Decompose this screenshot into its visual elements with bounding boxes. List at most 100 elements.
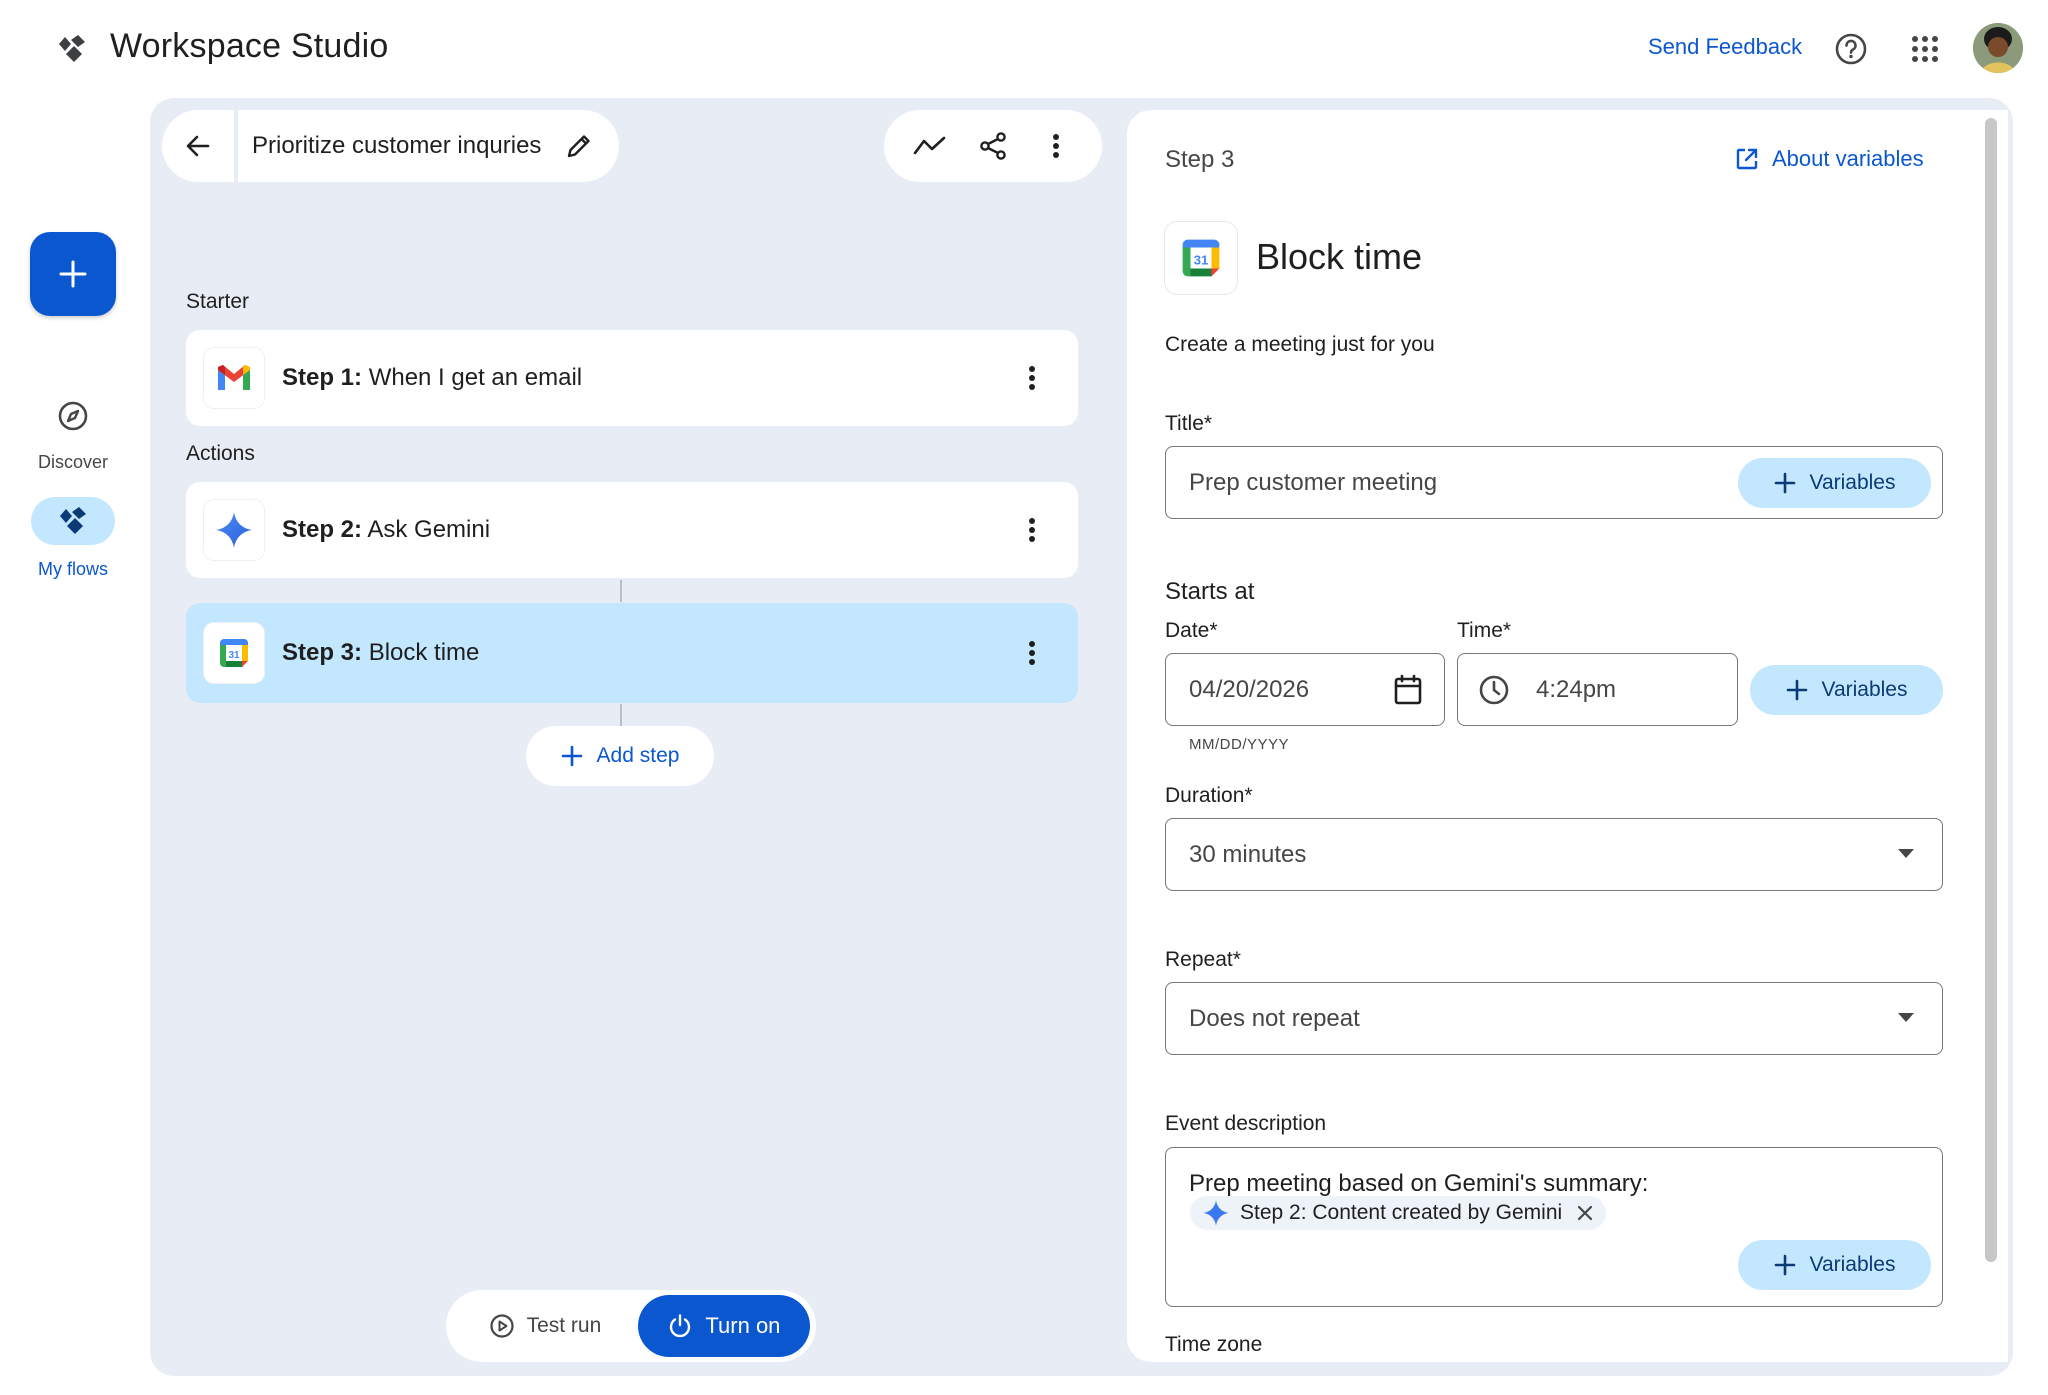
plus-icon (1786, 679, 1807, 701)
step-connector (620, 704, 622, 726)
more-vert-icon (1029, 641, 1035, 665)
step-card-2[interactable]: Step 2: Ask Gemini (186, 482, 1078, 578)
time-zone-label: Time zone (1165, 1333, 1263, 1356)
step-connector (620, 580, 622, 602)
plus-icon (1774, 472, 1795, 494)
arrow-back-icon (186, 135, 210, 157)
avatar[interactable] (1973, 23, 2023, 73)
compass-icon (58, 401, 88, 431)
svg-text:31: 31 (1194, 253, 1209, 268)
title-input-value: Prep customer meeting (1189, 469, 1438, 496)
help-icon[interactable] (1834, 32, 1868, 66)
remove-chip-button[interactable] (1576, 1204, 1594, 1222)
edit-pencil-icon[interactable] (565, 132, 593, 160)
test-run-label: Test run (526, 1314, 602, 1337)
variables-label: Variables (1809, 1253, 1896, 1276)
description-variables-button[interactable]: Variables (1738, 1240, 1931, 1290)
step-1-menu-button[interactable] (1010, 356, 1054, 400)
plus-icon (1774, 1254, 1795, 1276)
rail-item-my-flows[interactable]: My flows (20, 497, 126, 580)
panel-title: Block time (1256, 236, 1423, 277)
gmail-icon (204, 348, 264, 408)
about-variables-link[interactable]: About variables (1734, 146, 1924, 172)
variable-chip: Step 2: Content created by Gemini (1190, 1196, 1607, 1230)
activity-chart-icon (913, 136, 945, 155)
activity-button[interactable] (908, 124, 952, 168)
rail-item-discover[interactable]: Discover (20, 392, 126, 473)
workspace-studio-logo-icon (56, 34, 88, 64)
step-2-prefix: Step 2: (282, 516, 363, 543)
dropdown-arrow-icon (1898, 849, 1914, 858)
share-button[interactable] (971, 124, 1015, 168)
flows-icon (60, 507, 86, 534)
gemini-icon (204, 500, 264, 560)
more-vert-icon (1029, 366, 1035, 390)
step-3-label: Block time (368, 639, 480, 666)
play-circle-icon (489, 1314, 514, 1338)
variables-label: Variables (1821, 678, 1908, 701)
more-vert-icon (1029, 518, 1035, 542)
turn-on-label: Turn on (705, 1313, 781, 1338)
flow-title-pill: Prioritize customer inquries (238, 110, 620, 182)
step-1-label: When I get an email (368, 364, 583, 391)
actions-section-label: Actions (186, 442, 255, 465)
start-variables-button[interactable]: Variables (1750, 665, 1943, 715)
step-2-menu-button[interactable] (1010, 508, 1054, 552)
test-run-button[interactable]: Test run (452, 1313, 638, 1339)
calendar-picker-icon[interactable] (1393, 674, 1423, 706)
run-bar: Test run Turn on (446, 1290, 816, 1362)
starter-section-label: Starter (186, 290, 250, 313)
about-variables-label: About variables (1772, 146, 1924, 171)
close-icon (1578, 1205, 1593, 1221)
panel-step-label: Step 3 (1165, 146, 1235, 173)
create-flow-button[interactable] (30, 232, 116, 316)
top-bar: Workspace Studio Send Feedback (0, 0, 2048, 98)
open-in-new-icon (1736, 148, 1758, 170)
back-button[interactable] (162, 110, 234, 182)
share-icon (980, 132, 1006, 160)
date-field-label: Date* (1165, 619, 1218, 642)
title-variables-button[interactable]: Variables (1738, 458, 1931, 508)
starts-at-heading: Starts at (1165, 578, 1255, 605)
panel-scrollbar[interactable] (1985, 118, 1997, 1262)
add-step-label: Add step (596, 744, 680, 767)
app-title: Workspace Studio (110, 27, 389, 65)
turn-on-button[interactable]: Turn on (637, 1295, 810, 1357)
plus-icon (561, 745, 582, 767)
date-format-hint: MM/DD/YYYY (1189, 736, 1290, 753)
more-options-button[interactable] (1034, 124, 1078, 168)
rail-label-discover: Discover (37, 452, 108, 472)
step-3-prefix: Step 3: (282, 639, 363, 666)
repeat-field-label: Repeat* (1165, 948, 1241, 971)
calendar-icon: 31 (204, 623, 264, 683)
time-input-value: 4:24pm (1536, 676, 1617, 703)
send-feedback-link[interactable]: Send Feedback (1648, 34, 1802, 60)
add-step-button[interactable]: Add step (526, 726, 714, 786)
variables-label: Variables (1809, 471, 1896, 494)
title-field-label: Title* (1165, 412, 1213, 435)
duration-field-label: Duration* (1165, 784, 1253, 807)
step-3-menu-button[interactable] (1010, 631, 1054, 675)
flow-tools (884, 110, 1102, 182)
step-card-3[interactable]: 31 Step 3: Block time (186, 603, 1078, 703)
step-1-prefix: Step 1: (282, 364, 363, 391)
plus-icon (59, 260, 87, 288)
panel-description: Create a meeting just for you (1165, 333, 1435, 356)
svg-text:31: 31 (228, 650, 240, 661)
flow-header: Prioritize customer inquries (162, 110, 620, 182)
flow-title: Prioritize customer inquries (252, 132, 542, 159)
rail-label-my-flows: My flows (37, 559, 108, 579)
dropdown-arrow-icon (1898, 1013, 1914, 1022)
time-field-label: Time* (1457, 619, 1512, 642)
clock-icon (1479, 675, 1509, 705)
step-card-1[interactable]: Step 1: When I get an email (186, 330, 1078, 426)
event-description-label: Event description (1165, 1112, 1327, 1135)
calendar-icon: 31 (1165, 222, 1237, 294)
power-icon (670, 1314, 691, 1338)
event-description-text: Prep meeting based on Gemini's summary: (1189, 1170, 1649, 1197)
date-input-value: 04/20/2026 (1189, 676, 1310, 703)
duration-select-value: 30 minutes (1189, 841, 1307, 868)
gemini-icon (1203, 1200, 1229, 1226)
repeat-select-value: Does not repeat (1189, 1005, 1360, 1032)
apps-grid-icon[interactable] (1908, 32, 1942, 66)
